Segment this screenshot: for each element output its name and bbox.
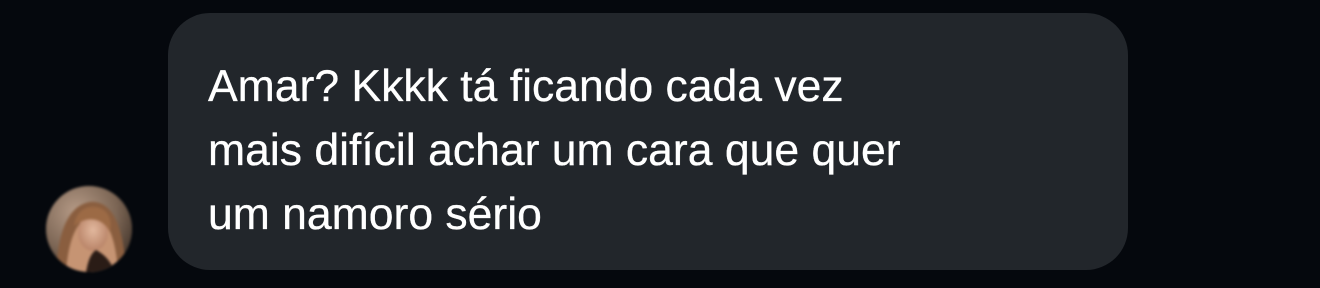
received-message-bubble[interactable]: Amar? Kkkk tá ficando cada vez mais difí… (168, 13, 1128, 270)
message-text-line-2: mais difícil achar um cara que quer (208, 126, 901, 175)
profile-photo-icon (46, 186, 132, 272)
message-text-line-1: Amar? Kkkk tá ficando cada vez (208, 62, 844, 111)
message-text-line-3: um namoro sério (208, 190, 542, 239)
chat-thread: Amar? Kkkk tá ficando cada vez mais difí… (0, 0, 1320, 288)
sender-avatar[interactable] (46, 186, 132, 272)
